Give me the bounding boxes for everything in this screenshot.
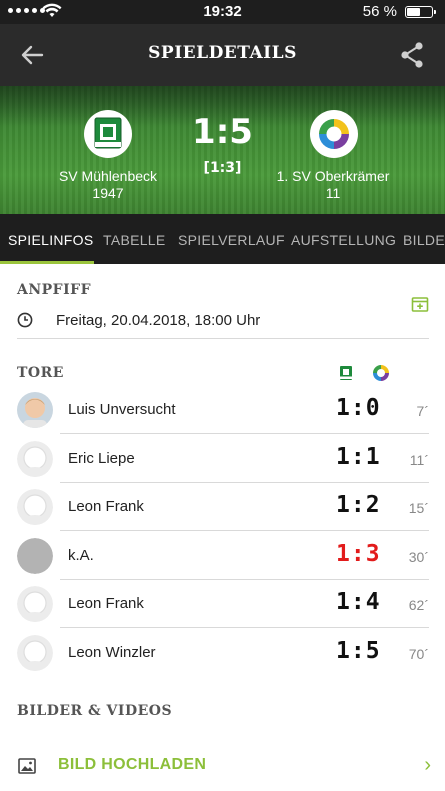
home-team-name-line2: 1947 (92, 185, 124, 201)
active-tab-indicator (0, 261, 94, 264)
home-team-mini-logo (337, 364, 355, 382)
app-bar: SPIELDETAILS (0, 24, 445, 86)
away-team-mini-logo (372, 364, 390, 382)
home-team-name-line1: SV Mühlenbeck (58, 168, 158, 184)
goal-minute: 7´ (416, 403, 429, 419)
upload-image-label: BILD HOCHLADEN (58, 756, 207, 773)
chevron-right-icon: › (424, 754, 431, 776)
goal-row[interactable]: Luis Unversucht 1:0 7´ (0, 386, 445, 434)
player-avatar (17, 586, 53, 623)
goal-running-score: 1:3 (336, 540, 381, 567)
player-avatar (17, 489, 53, 526)
goal-minute: 30´ (408, 548, 429, 565)
player-avatar (17, 537, 53, 574)
goal-scorer-name: Leon Frank (68, 498, 144, 516)
goal-scorer-name: Leon Frank (68, 595, 144, 613)
goal-row[interactable]: Eric Liepe 1:1 11´ (0, 435, 445, 483)
goal-running-score: 1:0 (336, 395, 381, 421)
player-avatar (17, 392, 53, 428)
status-bar: 19:32 56 % (0, 0, 445, 24)
upload-image-button[interactable]: BILD HOCHLADEN › (0, 748, 445, 784)
goal-row[interactable]: k.A. 1:3 30´ (0, 532, 445, 580)
divider (17, 338, 429, 339)
away-team-name-line1: 1. SV Oberkrämer (276, 168, 390, 184)
goal-running-score: 1:4 (336, 589, 381, 616)
kickoff-datetime: Freitag, 20.04.2018, 18:00 Uhr (56, 312, 261, 329)
kickoff-heading: ANPFIFF (17, 282, 92, 298)
image-icon (18, 758, 36, 774)
share-icon[interactable] (399, 41, 425, 69)
tab-spielverlauf[interactable]: SPIELVERLAUF (178, 232, 285, 248)
goal-minute: 15´ (408, 500, 429, 517)
tab-aufstellung[interactable]: AUFSTELLUNG (291, 232, 396, 248)
page-title: SPIELDETAILS (148, 43, 297, 63)
tab-bar: SPIELINFOS TABELLE SPIELVERLAUF AUFSTELL… (0, 214, 445, 264)
goal-minute: 11´ (409, 451, 429, 468)
match-header: 1:5 [1:3] SV Mühlenbeck 1947 1. SV Oberk… (0, 86, 445, 214)
away-team-name[interactable]: 1. SV Oberkrämer 11 (258, 168, 408, 202)
tab-spielinfos[interactable]: SPIELINFOS (8, 232, 93, 248)
battery-icon (405, 6, 436, 18)
tab-bilder[interactable]: BILDER (403, 232, 445, 248)
goal-running-score: 1:5 (336, 638, 381, 664)
final-score: 1:5 (192, 112, 253, 152)
goals-heading: TORE (17, 365, 64, 381)
goal-running-score: 1:1 (336, 443, 381, 470)
away-team-name-line2: 11 (325, 185, 341, 201)
battery-percent: 56 % (362, 3, 397, 20)
goal-minute: 70´ (408, 646, 429, 662)
goal-scorer-name: Luis Unversucht (68, 401, 176, 418)
away-team-logo[interactable] (310, 110, 358, 158)
kickoff-row: Freitag, 20.04.2018, 18:00 Uhr (17, 307, 427, 339)
goal-row[interactable]: Leon Frank 1:2 15´ (0, 483, 445, 532)
goal-scorer-name: k.A. (68, 546, 94, 564)
clock-icon (17, 312, 33, 328)
goal-row[interactable]: Leon Winzler 1:5 70´ (0, 629, 445, 677)
tab-tabelle[interactable]: TABELLE (103, 232, 166, 248)
goal-scorer-name: Leon Winzler (68, 644, 156, 661)
goal-row[interactable]: Leon Frank 1:4 62´ (0, 580, 445, 629)
home-team-name[interactable]: SV Mühlenbeck 1947 (33, 168, 183, 202)
media-heading: BILDER & VIDEOS (17, 703, 173, 719)
goal-running-score: 1:2 (336, 492, 381, 519)
player-avatar (17, 440, 53, 477)
goal-scorer-name: Eric Liepe (68, 449, 135, 467)
goal-minute: 62´ (408, 597, 429, 614)
player-avatar (17, 635, 53, 671)
